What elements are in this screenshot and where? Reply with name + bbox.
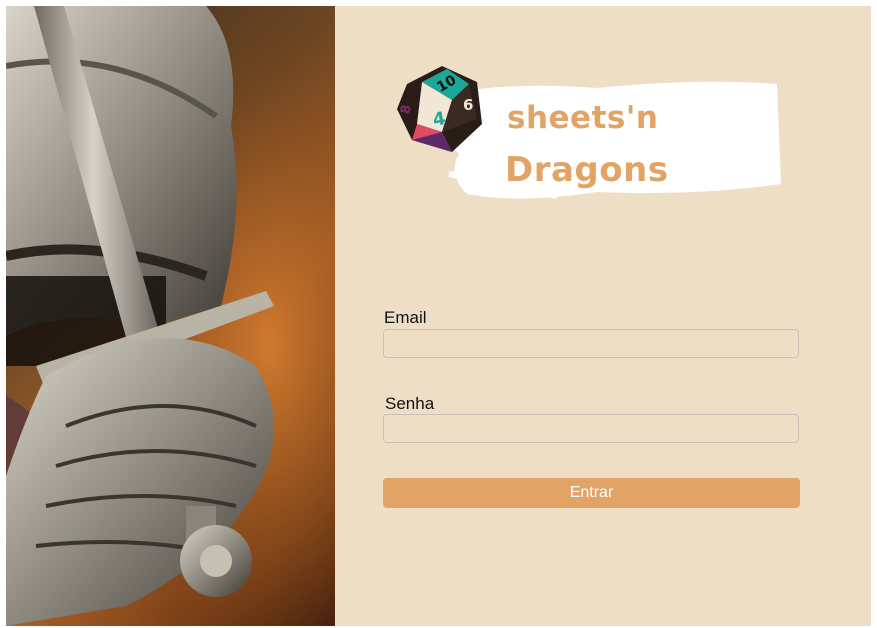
password-input[interactable] — [383, 414, 799, 443]
brand-name-line1: sheets'n — [507, 100, 659, 136]
die-number-6: 6 — [463, 96, 474, 114]
knight-illustration — [6, 6, 335, 626]
knight-armor-image — [6, 6, 335, 626]
brand-logo: 10 6 8 4 sheets'n Dragons — [397, 64, 787, 214]
brand-name-line2: Dragons — [505, 150, 669, 190]
email-label: Email — [384, 308, 427, 327]
login-button[interactable]: Entrar — [383, 478, 800, 508]
login-page: 10 6 8 4 sheets'n Dragons Email Senha En… — [6, 6, 871, 626]
email-input[interactable] — [383, 329, 799, 358]
password-label: Senha — [385, 394, 435, 413]
login-panel: 10 6 8 4 sheets'n Dragons Email Senha En… — [335, 6, 871, 626]
